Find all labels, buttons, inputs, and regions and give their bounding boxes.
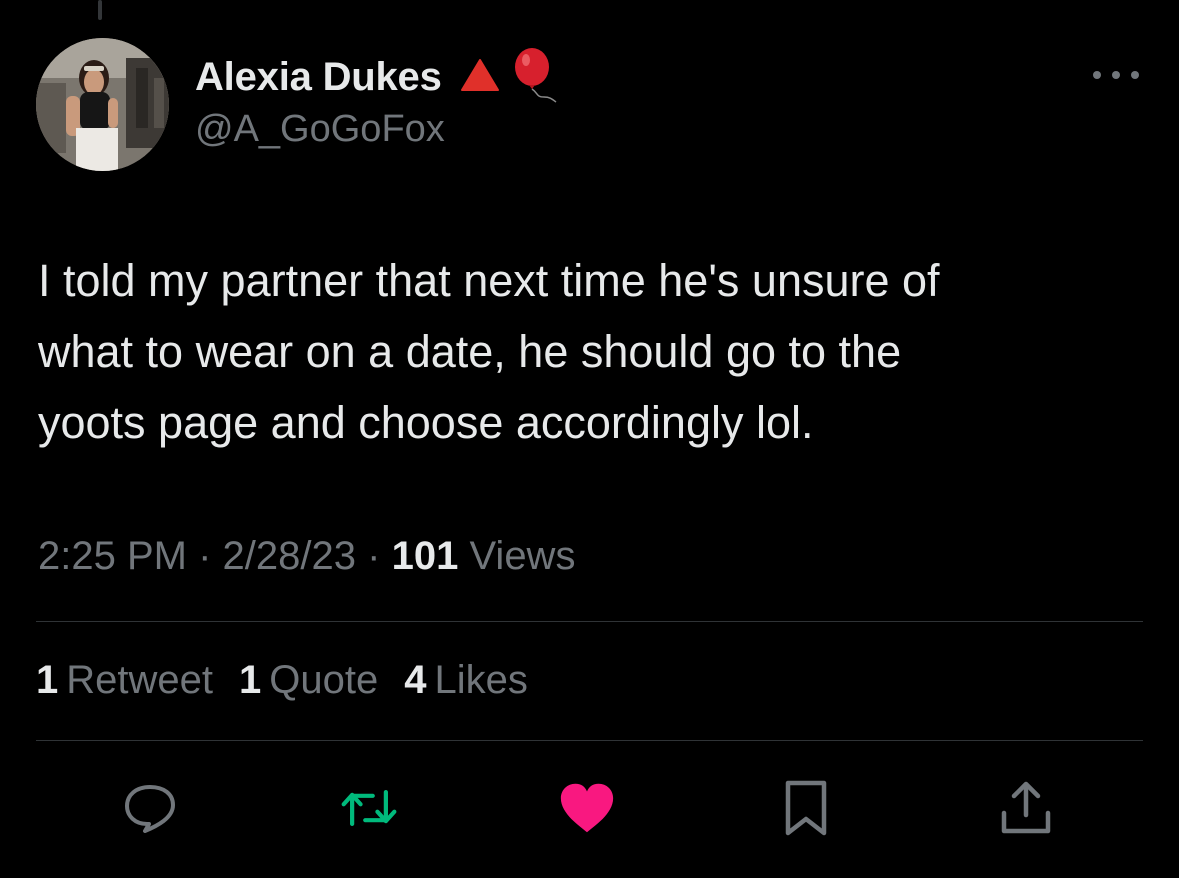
divider: [36, 621, 1143, 622]
retweets-label: Retweet: [66, 658, 213, 702]
tweet-time[interactable]: 2:25 PM: [38, 534, 187, 578]
quotes-stat[interactable]: 1 Quote: [239, 658, 378, 703]
views-label: Views: [469, 534, 576, 578]
user-handle[interactable]: @A_GoGoFox: [195, 108, 445, 151]
tweet-date[interactable]: 2/28/23: [223, 534, 356, 578]
thread-connector-line: [98, 0, 102, 20]
dot: [1131, 71, 1139, 79]
likes-count: 4: [404, 658, 427, 702]
retweet-icon[interactable]: [339, 778, 399, 838]
views-count: 101: [391, 534, 459, 578]
meta-separator: ·: [198, 534, 212, 578]
like-icon[interactable]: [557, 778, 617, 838]
tweet-text: I told my partner that next time he's un…: [38, 255, 940, 448]
meta-separator: ·: [367, 534, 381, 578]
retweets-count: 1: [36, 658, 59, 702]
dot: [1093, 71, 1101, 79]
share-icon[interactable]: [996, 778, 1056, 838]
likes-stat[interactable]: 4 Likes: [404, 658, 528, 703]
display-name[interactable]: Alexia Dukes: [195, 55, 442, 100]
balloon-emoji-icon: [510, 47, 560, 108]
likes-label: Likes: [434, 658, 528, 702]
engagement-stats: 1 Retweet 1 Quote 4 Likes: [36, 658, 554, 703]
bookmark-icon[interactable]: [776, 778, 836, 838]
quotes-count: 1: [239, 658, 262, 702]
author-name-row: Alexia Dukes: [195, 47, 560, 103]
dot: [1112, 71, 1120, 79]
avatar[interactable]: [36, 38, 169, 171]
reply-icon[interactable]: [120, 778, 180, 838]
red-triangle-emoji-icon: [460, 58, 500, 97]
retweets-stat[interactable]: 1 Retweet: [36, 658, 213, 703]
more-options-icon[interactable]: [1093, 64, 1139, 86]
quotes-label: Quote: [269, 658, 379, 702]
tweet-meta: 2:25 PM · 2/28/23 · 101 Views: [38, 534, 575, 579]
divider: [36, 740, 1143, 741]
